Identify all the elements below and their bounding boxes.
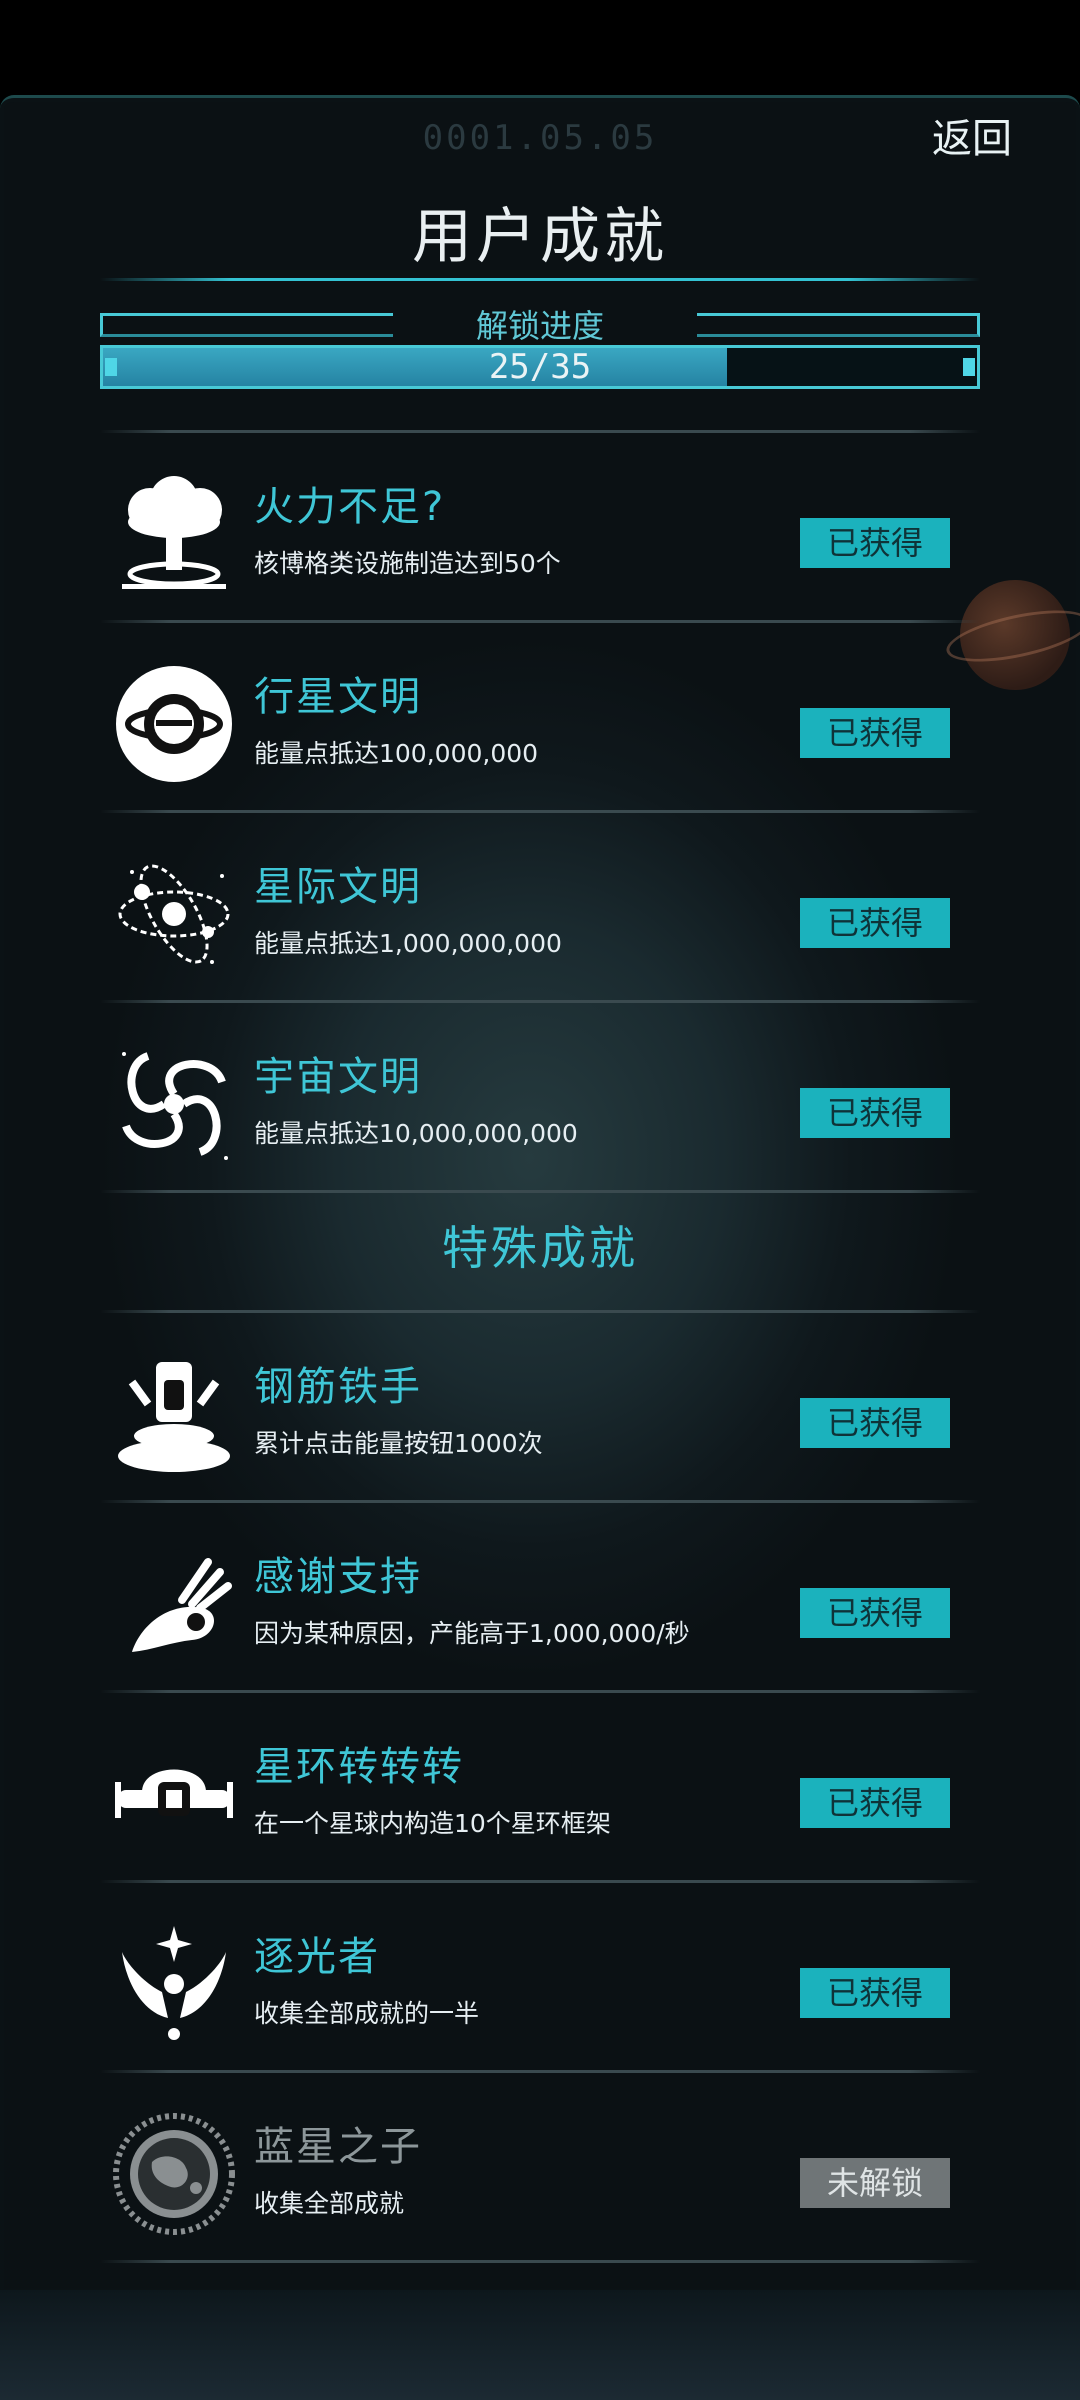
achievement-name: 感谢支持 bbox=[254, 1554, 422, 1600]
press-button-icon bbox=[118, 1362, 230, 1472]
divider bbox=[100, 2070, 980, 2073]
divider bbox=[100, 1880, 980, 1883]
achievement-name: 钢筋铁手 bbox=[254, 1364, 422, 1410]
progress-label: 解锁进度 bbox=[475, 307, 604, 345]
title-divider bbox=[100, 278, 980, 281]
divider bbox=[100, 620, 980, 623]
mushroom-cloud-icon bbox=[122, 476, 226, 589]
bottom-band bbox=[0, 2290, 1080, 2400]
achievement-name: 蓝星之子 bbox=[254, 2124, 422, 2170]
atom-orbit-icon bbox=[118, 864, 230, 964]
achievement-desc: 累计点击能量按钮1000次 bbox=[254, 1429, 543, 1458]
achievement-desc: 因为某种原因，产能高于1,000,000/秒 bbox=[254, 1619, 690, 1648]
achievement-desc: 核博格类设施制造达到50个 bbox=[254, 549, 561, 578]
achievement-row: 逐光者 收集全部成就的一半 已获得 bbox=[100, 1890, 980, 2060]
achievement-row: 钢筋铁手 累计点击能量按钮1000次 已获得 bbox=[100, 1320, 980, 1490]
status-badge: 已获得 bbox=[800, 1088, 950, 1138]
achievement-desc: 在一个星球内构造10个星环框架 bbox=[254, 1809, 611, 1838]
divider bbox=[100, 430, 980, 433]
status-badge: 已获得 bbox=[800, 708, 950, 758]
winged-emblem-icon bbox=[122, 1926, 226, 2040]
achievement-row: 星际文明 能量点抵达1,000,000,000 已获得 bbox=[100, 820, 980, 990]
divider bbox=[100, 810, 980, 813]
back-button[interactable]: 返回 bbox=[932, 106, 1012, 164]
status-badge: 已获得 bbox=[800, 518, 950, 568]
achievement-desc: 收集全部成就 bbox=[254, 2189, 405, 2218]
achievement-name: 行星文明 bbox=[254, 674, 422, 720]
achievement-desc: 能量点抵达10,000,000,000 bbox=[254, 1119, 578, 1148]
earth-seal-icon bbox=[113, 2113, 235, 2235]
status-area bbox=[0, 0, 1080, 95]
status-badge: 已获得 bbox=[800, 898, 950, 948]
planet-icon bbox=[116, 666, 232, 782]
special-section-title: 特殊成就 bbox=[442, 1221, 638, 1275]
achievement-desc: 能量点抵达100,000,000 bbox=[254, 739, 539, 768]
achievement-row: 感谢支持 因为某种原因，产能高于1,000,000/秒 已获得 bbox=[100, 1510, 980, 1680]
status-badge: 未解锁 bbox=[800, 2158, 950, 2208]
progress-text: 25/35 bbox=[488, 347, 592, 387]
status-badge: 已获得 bbox=[800, 1398, 950, 1448]
ring-frame-icon bbox=[115, 1769, 233, 1818]
achievement-desc: 收集全部成就的一半 bbox=[254, 1999, 480, 2028]
progress-bar: 25/35 bbox=[100, 345, 980, 389]
divider bbox=[100, 1190, 980, 1193]
divider bbox=[100, 1500, 980, 1503]
achievement-desc: 能量点抵达1,000,000,000 bbox=[254, 929, 562, 958]
achievement-row: 火力不足? 核博格类设施制造达到50个 已获得 bbox=[100, 440, 980, 610]
ok-hand-icon bbox=[132, 1558, 232, 1652]
status-badge: 已获得 bbox=[800, 1778, 950, 1828]
game-date: 0001.05.05 bbox=[422, 118, 658, 158]
achievement-row: 宇宙文明 能量点抵达10,000,000,000 已获得 bbox=[100, 1010, 980, 1180]
status-badge: 已获得 bbox=[800, 1588, 950, 1638]
achievement-name: 逐光者 bbox=[254, 1934, 380, 1980]
achievement-name: 星环转转转 bbox=[254, 1744, 464, 1790]
achievement-name: 火力不足? bbox=[254, 484, 446, 530]
achievement-row: 行星文明 能量点抵达100,000,000 已获得 bbox=[100, 630, 980, 800]
status-badge: 已获得 bbox=[800, 1968, 950, 2018]
page-title: 用户成就 bbox=[412, 202, 668, 272]
achievement-name: 宇宙文明 bbox=[254, 1054, 422, 1100]
divider bbox=[100, 1690, 980, 1693]
divider bbox=[100, 1000, 980, 1003]
achievement-row: 蓝星之子 收集全部成就 未解锁 bbox=[100, 2080, 980, 2250]
divider bbox=[100, 1310, 980, 1313]
galaxy-swirl-icon bbox=[122, 1052, 228, 1160]
unlock-progress: 解锁进度 25/35 bbox=[100, 307, 980, 389]
achievement-name: 星际文明 bbox=[254, 864, 422, 910]
achievement-row: 星环转转转 在一个星球内构造10个星环框架 已获得 bbox=[100, 1700, 980, 1870]
divider bbox=[100, 2260, 980, 2263]
